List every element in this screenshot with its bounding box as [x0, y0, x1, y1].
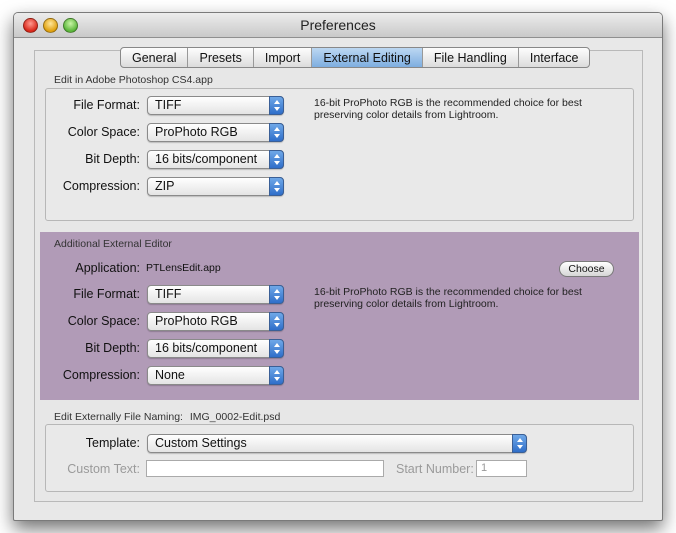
ps-bit-depth-value: 16 bits/component [155, 152, 258, 166]
tab-external-editing[interactable]: External Editing [312, 48, 423, 67]
ps-bit-depth-popup[interactable]: 16 bits/component [147, 150, 284, 169]
ps-file-format-value: TIFF [155, 98, 182, 112]
choose-button[interactable]: Choose [559, 261, 614, 277]
application-label: Application: [75, 261, 140, 275]
ps-file-format-label: File Format: [73, 98, 140, 112]
popup-arrows-icon [269, 366, 284, 385]
template-label: Template: [85, 436, 140, 450]
custom-text-label: Custom Text: [67, 462, 140, 476]
template-value: Custom Settings [155, 436, 247, 450]
tab-presets[interactable]: Presets [188, 48, 254, 67]
ae-compression-popup[interactable]: None [147, 366, 284, 385]
ae-compression-value: None [155, 368, 185, 382]
ps-file-format-popup[interactable]: TIFF [147, 96, 284, 115]
ae-recommendation-note: 16-bit ProPhoto RGB is the recommended c… [314, 286, 582, 310]
start-number-field[interactable]: 1 [476, 460, 527, 477]
tab-bar: General Presets Import External Editing … [120, 47, 591, 68]
popup-arrows-icon [269, 150, 284, 169]
tab-file-handling[interactable]: File Handling [423, 48, 519, 67]
application-name: PTLensEdit.app [146, 262, 221, 274]
popup-arrows-icon [269, 177, 284, 196]
naming-label-text: Edit Externally File Naming: [54, 411, 183, 423]
title-bar[interactable]: Preferences [14, 13, 662, 38]
template-popup[interactable]: Custom Settings [147, 434, 527, 453]
ae-file-format-label: File Format: [73, 287, 140, 301]
window-title: Preferences [300, 17, 376, 33]
ae-bit-depth-value: 16 bits/component [155, 341, 258, 355]
ps-compression-popup[interactable]: ZIP [147, 177, 284, 196]
tab-import[interactable]: Import [254, 48, 313, 67]
tab-interface[interactable]: Interface [519, 48, 590, 67]
ps-compression-label: Compression: [62, 179, 140, 193]
ae-file-format-value: TIFF [155, 287, 182, 301]
ae-file-format-popup[interactable]: TIFF [147, 285, 284, 304]
ps-color-space-value: ProPhoto RGB [155, 125, 238, 139]
preferences-window: Preferences General Presets Import Exter… [13, 12, 663, 521]
ae-color-space-value: ProPhoto RGB [155, 314, 238, 328]
popup-arrows-icon [269, 312, 284, 331]
ae-color-space-label: Color Space: [67, 314, 140, 328]
photoshop-group-label: Edit in Adobe Photoshop CS4.app [54, 74, 213, 86]
start-number-label: Start Number: [396, 462, 474, 476]
popup-arrows-icon [269, 285, 284, 304]
ps-bit-depth-label: Bit Depth: [85, 152, 140, 166]
popup-arrows-icon [269, 96, 284, 115]
ps-color-space-label: Color Space: [67, 125, 140, 139]
tab-general[interactable]: General [121, 48, 189, 67]
naming-group-label: Edit Externally File Naming: IMG_0002-Ed… [54, 411, 280, 423]
naming-example: IMG_0002-Edit.psd [189, 411, 281, 423]
additional-group-label: Additional External Editor [54, 238, 172, 250]
ae-color-space-popup[interactable]: ProPhoto RGB [147, 312, 284, 331]
ae-bit-depth-label: Bit Depth: [85, 341, 140, 355]
popup-arrows-icon [512, 434, 527, 453]
ae-compression-label: Compression: [62, 368, 140, 382]
ae-bit-depth-popup[interactable]: 16 bits/component [147, 339, 284, 358]
ps-recommendation-note: 16-bit ProPhoto RGB is the recommended c… [314, 97, 582, 121]
popup-arrows-icon [269, 123, 284, 142]
ps-color-space-popup[interactable]: ProPhoto RGB [147, 123, 284, 142]
custom-text-field[interactable] [146, 460, 384, 477]
ps-compression-value: ZIP [155, 179, 175, 193]
popup-arrows-icon [269, 339, 284, 358]
